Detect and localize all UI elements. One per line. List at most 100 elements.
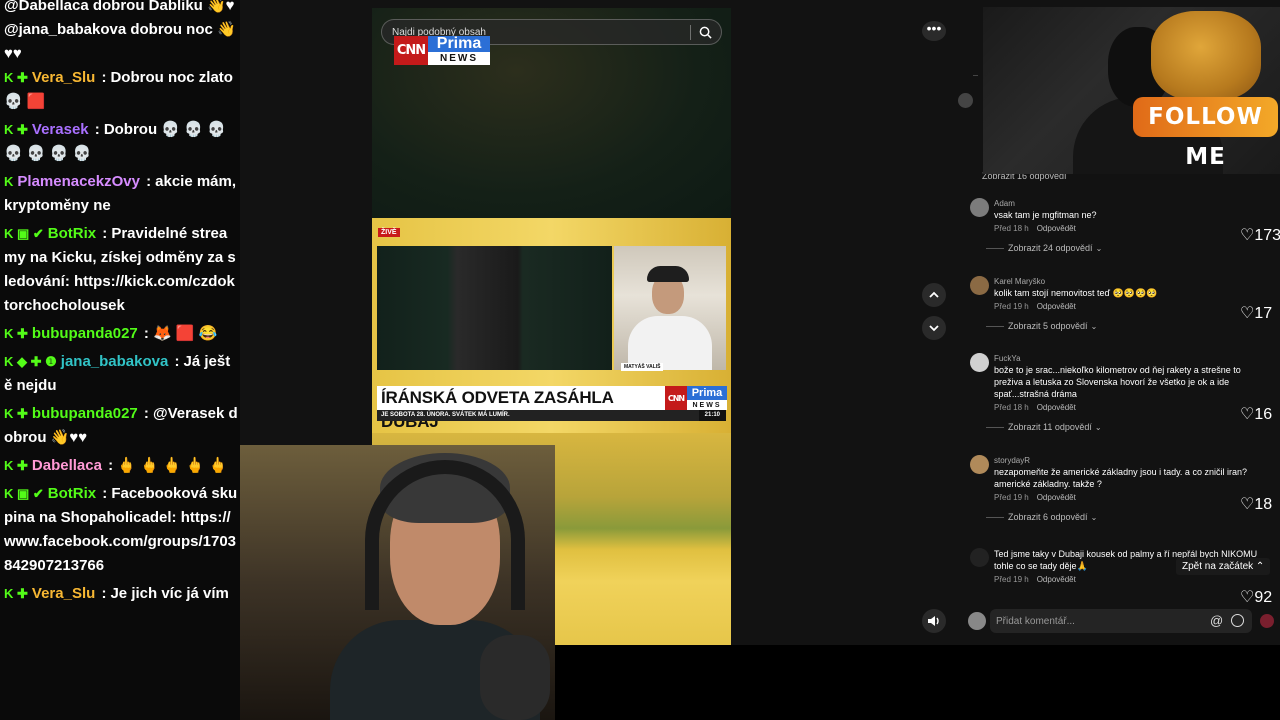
separator: : bbox=[139, 405, 149, 422]
send-icon[interactable] bbox=[1260, 614, 1274, 628]
chat-username[interactable]: bubupanda027 bbox=[32, 325, 138, 342]
frog-mascot-image bbox=[1151, 11, 1261, 101]
view-replies-button[interactable]: Zobrazit 11 odpovědí ⌄ bbox=[986, 421, 1146, 434]
streamer-webcam-bottom bbox=[240, 445, 555, 720]
volume-button[interactable] bbox=[922, 609, 946, 633]
heart-icon[interactable]: ♡ bbox=[1240, 496, 1254, 513]
chat-message-partial: @Dabellaca dobrou Dabliku 👋♥ @jana_babak… bbox=[4, 0, 236, 62]
heart-icon[interactable]: ♡ bbox=[1240, 589, 1254, 606]
comment-text: vsak tam je mgfitman ne? bbox=[994, 210, 1097, 220]
chat-username[interactable]: BotRix bbox=[48, 485, 96, 502]
more-options-button[interactable]: ••• bbox=[922, 21, 946, 41]
comment-input[interactable] bbox=[996, 609, 1196, 633]
chat-text: 🖕 🖕 🖕 🖕 🖕 bbox=[117, 457, 228, 474]
previous-video-button[interactable] bbox=[922, 283, 946, 307]
avatar[interactable] bbox=[970, 455, 989, 474]
heart-icon[interactable]: ♡ bbox=[1240, 406, 1254, 423]
comment-username[interactable]: Adam bbox=[994, 198, 1262, 209]
avatar[interactable] bbox=[970, 353, 989, 372]
reply-button[interactable]: Odpovědět bbox=[1037, 575, 1076, 584]
chat-username[interactable]: Vera_Slu bbox=[32, 585, 95, 602]
separator: : bbox=[103, 457, 114, 474]
news-ticker: JE SOBOTA 28. ÚNORA. SVÁTEK MÁ LUMÍR. 21… bbox=[377, 410, 726, 421]
separator: : bbox=[170, 353, 180, 370]
heart-icon[interactable]: ♡ bbox=[1240, 305, 1254, 322]
avatar[interactable] bbox=[970, 548, 989, 567]
mention-icon[interactable]: @ bbox=[1210, 613, 1223, 628]
view-replies-button[interactable]: Zobrazit 24 odpovědí ⌄ bbox=[986, 242, 1146, 255]
cnn-logo-text: CNN bbox=[394, 36, 428, 65]
divider bbox=[973, 75, 978, 76]
chevron-down-icon bbox=[929, 325, 939, 332]
comment-field[interactable]: @ bbox=[990, 609, 1252, 633]
like-count[interactable]: ♡92 bbox=[1240, 587, 1272, 607]
tv-video-left bbox=[377, 246, 612, 370]
search-divider bbox=[690, 25, 691, 40]
news-headline: ÍRÁNSKÁ ODVETA ZASÁHLA DUBAJ bbox=[377, 386, 666, 431]
comment-time: Před 19 h bbox=[994, 575, 1029, 584]
comment-username[interactable]: Karel Maryško bbox=[994, 276, 1262, 287]
likes-value: 173 bbox=[1254, 227, 1280, 244]
reply-button[interactable]: Odpovědět bbox=[1037, 302, 1076, 311]
comment-username[interactable]: storydayR bbox=[994, 455, 1262, 466]
search-icon[interactable] bbox=[699, 26, 712, 39]
like-count[interactable]: ♡16 bbox=[1240, 404, 1272, 424]
chat-message: K PlamenacekzOvy : akcie mám, kryptoměny n… bbox=[4, 170, 238, 218]
cnn-logo-text-tv: CNN bbox=[665, 386, 687, 410]
emoji-icon[interactable] bbox=[1231, 614, 1244, 627]
chat-message: K ✚ Verasek : Dobrou 💀 💀 💀 💀 💀 💀 💀 bbox=[4, 118, 238, 166]
user-badges: K ✚ bbox=[4, 406, 28, 421]
user-badges: K ✚ bbox=[4, 458, 28, 473]
chevron-up-icon bbox=[929, 291, 939, 298]
chat-username[interactable]: bubupanda027 bbox=[32, 405, 138, 422]
headset bbox=[365, 460, 525, 610]
separator: : bbox=[97, 69, 107, 86]
chat-username[interactable]: Vera_Slu bbox=[32, 69, 95, 86]
reply-button[interactable]: Odpovědět bbox=[1037, 403, 1076, 412]
chat-username[interactable]: PlamenacekzOvy bbox=[17, 173, 140, 190]
user-badges: K ▣ ✔ bbox=[4, 226, 44, 241]
tv-broadcast-frame: ŽIVĚ MATYÁŠ VALIŠ ÍRÁNSKÁ ODVETA ZASÁHLA… bbox=[372, 218, 731, 433]
view-replies-button[interactable]: Zobrazit 6 odpovědí ⌄ bbox=[986, 511, 1146, 524]
divider bbox=[986, 248, 1004, 250]
avatar[interactable] bbox=[970, 276, 989, 295]
chat-text: 🦊 🟥 😂 bbox=[152, 325, 218, 342]
view-replies-button[interactable]: Zobrazit 5 odpovědí ⌄ bbox=[986, 320, 1146, 333]
like-count[interactable]: ♡18 bbox=[1240, 494, 1272, 514]
separator: : bbox=[139, 325, 149, 342]
back-to-top-button[interactable]: Zpět na začátek ⌃ bbox=[1176, 558, 1271, 575]
like-count[interactable]: ♡17 bbox=[1240, 303, 1272, 323]
ticker-text: JE SOBOTA 28. ÚNORA. SVÁTEK MÁ LUMÍR. bbox=[381, 412, 510, 418]
user-badges: K ◆ ✚ ❶ bbox=[4, 354, 57, 369]
avatar[interactable] bbox=[958, 93, 973, 108]
chevron-down-icon: ⌄ bbox=[1094, 423, 1102, 432]
chat-username[interactable]: jana_babakova bbox=[61, 353, 169, 370]
follow-me-badge: FOLLOW ME bbox=[1133, 97, 1278, 170]
reply-button[interactable]: Odpovědět bbox=[1037, 224, 1076, 233]
comment-input-bar: @ bbox=[958, 608, 1280, 633]
reply-button[interactable]: Odpovědět bbox=[1037, 493, 1076, 502]
chat-message: K ✚ Vera_Slu : Je jich víc já vím bbox=[4, 582, 238, 606]
chat-username[interactable]: BotRix bbox=[48, 225, 96, 242]
chat-username[interactable]: Dabellaca bbox=[32, 457, 102, 474]
like-count[interactable]: ♡173 bbox=[1240, 225, 1280, 245]
guest-name-label: MATYÁŠ VALIŠ bbox=[621, 363, 664, 371]
avatar[interactable] bbox=[970, 198, 989, 217]
chat-message: K ▣ ✔ BotRix : Facebooková skupina na Shop… bbox=[4, 482, 238, 578]
chat-message: K ✚ Vera_Slu : Dobrou noc zlato 💀 🟥 bbox=[4, 66, 238, 114]
prima-logo-text: Prima bbox=[428, 35, 490, 52]
next-video-button[interactable] bbox=[922, 316, 946, 340]
user-badges: K ▣ ✔ bbox=[4, 486, 44, 501]
user-badges: K bbox=[4, 174, 14, 189]
divider bbox=[986, 517, 1004, 519]
comment-text: bože to je srac...niekoľko kilometrov od… bbox=[994, 365, 1241, 399]
tv-guest-video bbox=[614, 246, 726, 370]
chevron-down-icon: ⌄ bbox=[1090, 513, 1098, 522]
heart-icon[interactable]: ♡ bbox=[1240, 227, 1254, 244]
comment-time: Před 18 h bbox=[994, 403, 1029, 412]
comment-username[interactable]: FuckYa bbox=[994, 353, 1262, 364]
chat-username[interactable]: Verasek bbox=[32, 121, 89, 138]
cnn-prima-logo: CNN Prima NEWS bbox=[394, 35, 490, 65]
cnn-prima-logo-tv: CNN Prima NEWS bbox=[665, 386, 727, 410]
stream-chat: @Dabellaca dobrou Dabliku 👋♥ @jana_babak… bbox=[0, 0, 240, 720]
